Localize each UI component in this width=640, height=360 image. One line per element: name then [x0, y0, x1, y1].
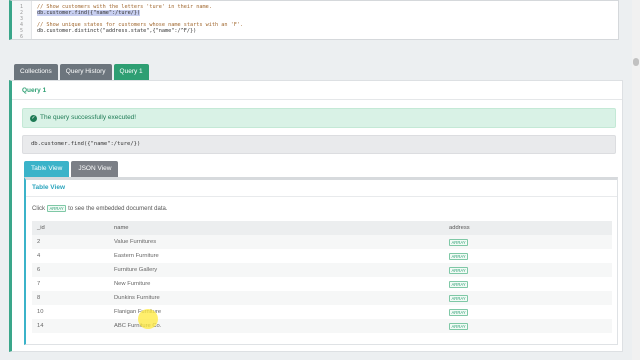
table-view-card: Table View Click ARRAY to see the embedd… — [24, 177, 618, 345]
table-row: 10 Flanigan Furniture ARRAY — [32, 305, 612, 319]
array-button[interactable]: ARRAY — [449, 322, 469, 330]
table-row: 4 Eastern Furniture ARRAY — [32, 249, 612, 263]
cell-address: ARRAY — [444, 305, 612, 319]
cell-name: Dunkins Furniture — [109, 291, 444, 305]
array-button[interactable]: ARRAY — [449, 252, 469, 260]
cell-address: ARRAY — [444, 277, 612, 291]
success-message: The query successfully executed! — [40, 114, 137, 121]
cell-address: ARRAY — [444, 235, 612, 249]
cell-address: ARRAY — [444, 319, 612, 333]
tab-json-view[interactable]: JSON View — [71, 161, 119, 177]
results-table: _id name address 2 Value Furnitures ARRA… — [32, 221, 612, 333]
panel-title: Query 1 — [22, 87, 47, 94]
table-hint: Click ARRAY to see the embedded document… — [32, 205, 168, 212]
column-header-address[interactable]: address — [444, 221, 612, 235]
array-button[interactable]: ARRAY — [449, 294, 469, 302]
page-scrollbar[interactable] — [632, 0, 640, 360]
cell-id: 7 — [37, 281, 41, 287]
cell-address: ARRAY — [444, 263, 612, 277]
cell-name: Eastern Furniture — [114, 253, 159, 259]
cell-id: 8 — [32, 291, 109, 305]
cell-name: Furniture Gallery — [109, 263, 444, 277]
hint-suffix: to see the embedded document data. — [68, 205, 168, 212]
selected-code-text[interactable]: db.customer.find({"name":/ture/}) — [37, 10, 141, 16]
array-button[interactable]: ARRAY — [449, 280, 469, 288]
success-alert: ✓ The query successfully executed! — [22, 108, 616, 128]
mouse-cursor-highlight — [138, 309, 158, 329]
cell-id: 2 — [32, 235, 109, 249]
query-editor[interactable]: 1 2 3 4 5 6 // Show customers with the l… — [9, 0, 619, 40]
column-header-name[interactable]: name — [109, 221, 444, 235]
divider — [12, 99, 622, 100]
cell-address: ARRAY — [444, 291, 612, 305]
tab-query-history[interactable]: Query History — [59, 64, 112, 80]
table-header-row: _id name address — [32, 221, 612, 235]
array-button[interactable]: ARRAY — [449, 238, 469, 246]
code-line-blank[interactable] — [37, 34, 243, 40]
line-number-gutter: 1 2 3 4 5 6 — [12, 1, 32, 40]
table-row: 14 ABC Furniture Co. ARRAY — [32, 319, 612, 333]
cell-name: New Furniture — [114, 281, 151, 287]
tab-collections[interactable]: Collections — [14, 64, 58, 80]
cell-id: 6 — [32, 263, 109, 277]
cell-name: ABC Furniture Co. — [109, 319, 444, 333]
cell-name: Flanigan Furniture — [114, 309, 162, 315]
table-row: 2 Value Furnitures ARRAY — [32, 235, 612, 249]
array-button[interactable]: ARRAY — [449, 308, 469, 316]
result-view-tabs: Table View JSON View — [24, 161, 119, 177]
cell-id: 14 — [32, 319, 109, 333]
cell-name: Value Furnitures — [109, 235, 444, 249]
cell-id: 10 — [37, 309, 44, 315]
tab-table-view[interactable]: Table View — [24, 161, 70, 177]
array-button[interactable]: ARRAY — [449, 266, 469, 274]
table-view-title: Table View — [32, 184, 65, 191]
divider — [26, 196, 617, 197]
hint-prefix: Click — [32, 205, 45, 212]
tab-query-1[interactable]: Query 1 — [113, 64, 149, 80]
table-row: 7 New Furniture ARRAY — [32, 277, 612, 291]
line-number: 6 — [19, 34, 23, 40]
page-scrollbar-thumb[interactable] — [633, 58, 639, 66]
column-header-id[interactable]: _id — [32, 221, 109, 235]
executed-query: db.customer.find({"name":/ture/}) — [22, 135, 616, 154]
table-row: 8 Dunkins Furniture ARRAY — [32, 291, 612, 305]
main-tabs: Collections Query History Query 1 — [14, 64, 149, 80]
code-area[interactable]: // Show customers with the letters 'ture… — [32, 1, 243, 39]
query-result-panel: Query 1 ✓ The query successfully execute… — [9, 80, 623, 352]
cell-address: ARRAY — [444, 249, 612, 263]
array-badge: ARRAY — [47, 205, 67, 212]
check-circle-icon: ✓ — [30, 114, 37, 122]
cell-id: 4 — [37, 253, 41, 259]
table-row: 6 Furniture Gallery ARRAY — [32, 263, 612, 277]
